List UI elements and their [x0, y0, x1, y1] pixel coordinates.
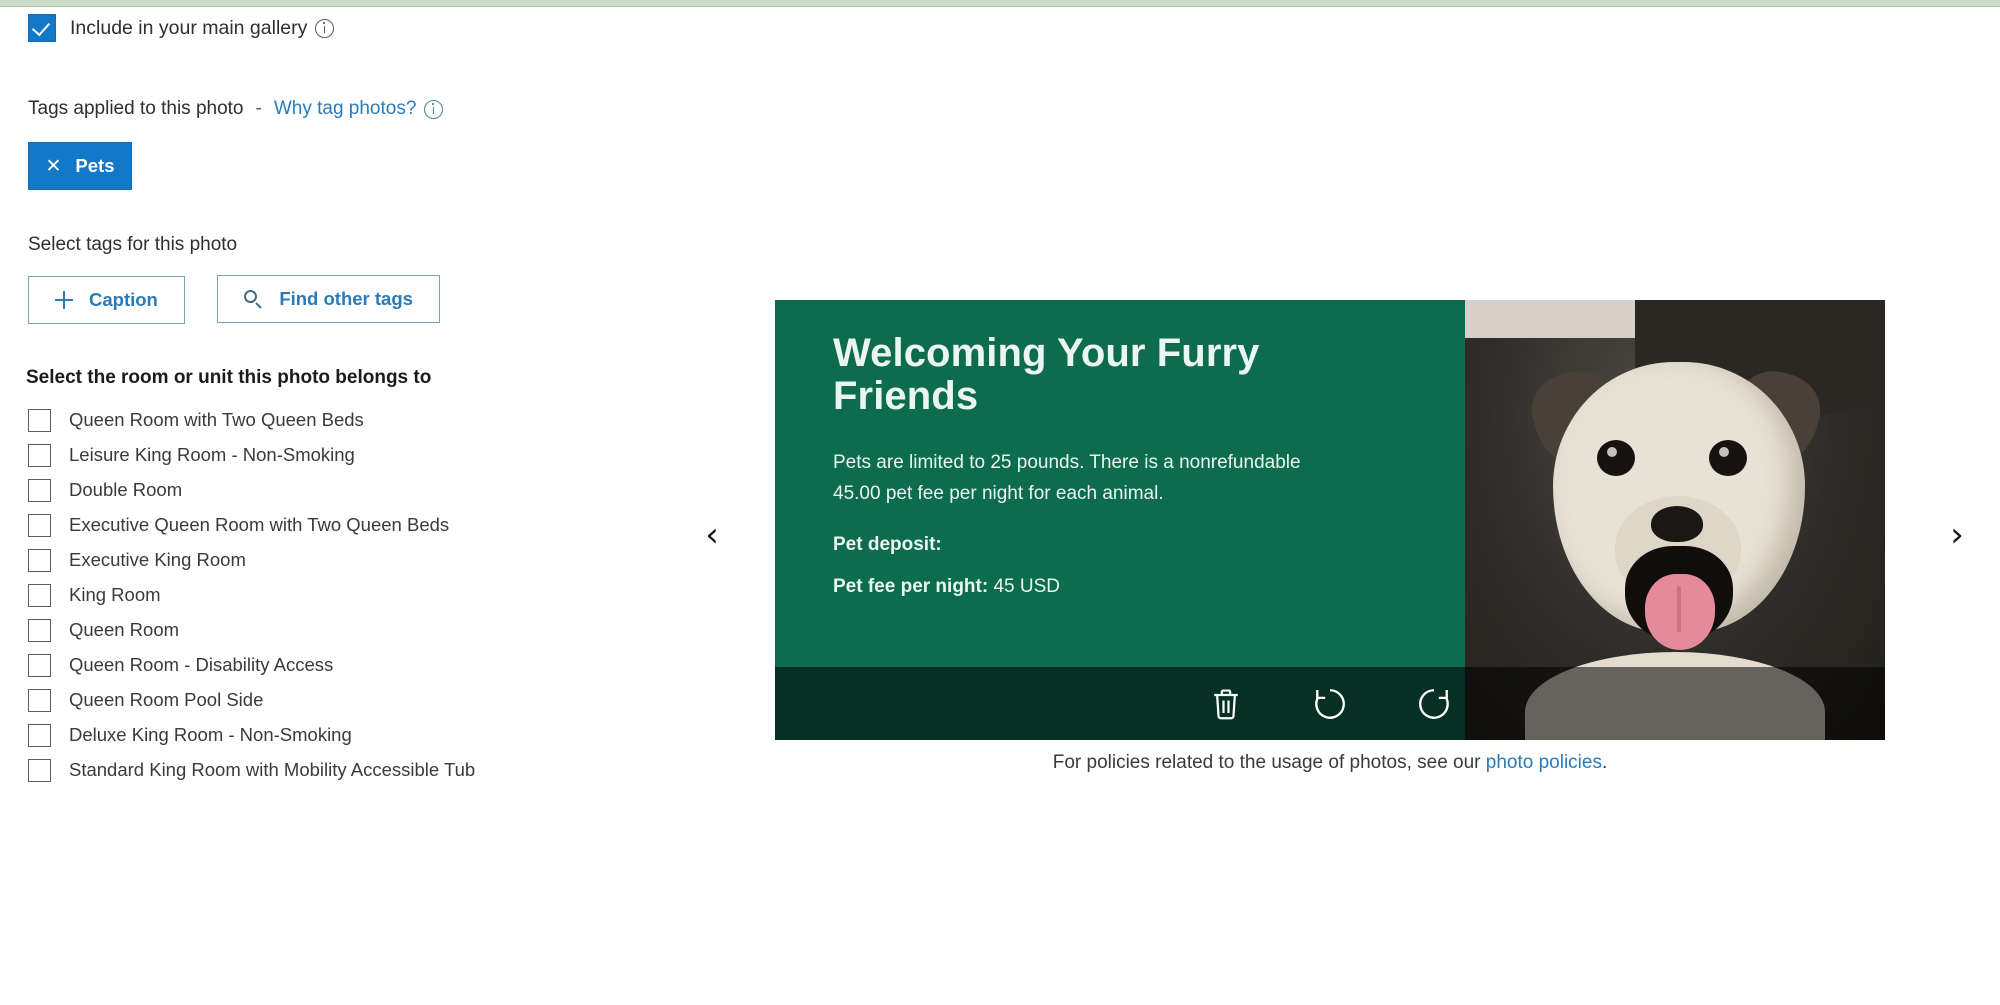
- room-label: Queen Room with Two Queen Beds: [69, 409, 364, 431]
- add-caption-label: Caption: [89, 289, 158, 311]
- tags-separator: -: [256, 98, 262, 120]
- room-label: Deluxe King Room - Non-Smoking: [69, 724, 352, 746]
- photo-policies-link[interactable]: photo policies: [1486, 752, 1602, 773]
- rotate-left-button[interactable]: [1307, 681, 1353, 727]
- chevron-left-icon[interactable]: ‹: [690, 513, 734, 557]
- room-checkbox-item[interactable]: Executive King Room: [28, 543, 780, 578]
- include-in-gallery-checkbox[interactable]: [28, 14, 56, 42]
- room-label: Queen Room: [69, 619, 179, 641]
- find-other-tags-button[interactable]: Find other tags: [217, 275, 440, 323]
- room-label: Queen Room - Disability Access: [69, 654, 333, 676]
- room-label: Leisure King Room - Non-Smoking: [69, 444, 355, 466]
- delete-photo-button[interactable]: [1203, 681, 1249, 727]
- room-checkbox[interactable]: [28, 444, 51, 467]
- room-checkbox-item[interactable]: Double Room: [28, 473, 780, 508]
- rotate-right-button[interactable]: [1411, 681, 1457, 727]
- room-checkbox[interactable]: [28, 409, 51, 432]
- photo-toolbar: [775, 667, 1885, 740]
- room-checkbox[interactable]: [28, 759, 51, 782]
- room-checkbox[interactable]: [28, 654, 51, 677]
- room-label: Standard King Room with Mobility Accessi…: [69, 759, 475, 781]
- add-caption-button[interactable]: Caption: [28, 276, 185, 324]
- room-label: Executive Queen Room with Two Queen Beds: [69, 514, 449, 536]
- pet-fee-value: 45 USD: [993, 576, 1060, 597]
- room-checkbox[interactable]: [28, 584, 51, 607]
- room-label: Queen Room Pool Side: [69, 689, 263, 711]
- room-checkbox-item[interactable]: Queen Room Pool Side: [28, 683, 780, 718]
- pet-deposit-label: Pet deposit:: [833, 534, 942, 555]
- photo-carousel: ‹ › Welcoming Your Furry Friends Pets ar…: [690, 0, 2000, 1005]
- photo-preview-card: Welcoming Your Furry Friends Pets are li…: [775, 300, 1885, 740]
- close-icon[interactable]: ✕: [46, 157, 62, 176]
- include-in-gallery-label: Include in your main gallery: [70, 17, 307, 40]
- room-label: Double Room: [69, 479, 182, 501]
- card-body-text: Pets are limited to 25 pounds. There is …: [833, 448, 1333, 510]
- room-label: Executive King Room: [69, 549, 246, 571]
- why-tag-photos-info-icon[interactable]: [424, 100, 443, 119]
- why-tag-photos-link[interactable]: Why tag photos?: [274, 98, 417, 120]
- room-checkbox[interactable]: [28, 549, 51, 572]
- chevron-right-icon[interactable]: ›: [1935, 513, 1979, 557]
- room-checkbox[interactable]: [28, 479, 51, 502]
- trash-icon: [1209, 686, 1243, 722]
- rotate-left-icon: [1311, 685, 1349, 723]
- room-checkbox-item[interactable]: Leisure King Room - Non-Smoking: [28, 438, 780, 473]
- tags-applied-row: Tags applied to this photo - Why tag pho…: [28, 98, 780, 120]
- info-icon[interactable]: [315, 19, 334, 38]
- room-checkbox[interactable]: [28, 619, 51, 642]
- room-checkbox-item[interactable]: Queen Room - Disability Access: [28, 648, 780, 683]
- room-checkbox[interactable]: [28, 724, 51, 747]
- pet-fee-row: Pet fee per night: 45 USD: [833, 576, 1421, 598]
- pet-fee-label: Pet fee per night:: [833, 576, 988, 597]
- room-checkbox-list: Queen Room with Two Queen Beds Leisure Ki…: [0, 403, 780, 788]
- include-in-gallery-row[interactable]: Include in your main gallery: [28, 14, 780, 42]
- card-title: Welcoming Your Furry Friends: [833, 332, 1333, 418]
- pet-deposit-row: Pet deposit:: [833, 534, 1421, 556]
- photo-details-panel: Include in your main gallery Tags applie…: [0, 6, 780, 788]
- room-checkbox-item[interactable]: Deluxe King Room - Non-Smoking: [28, 718, 780, 753]
- rooms-heading: Select the room or unit this photo belon…: [26, 367, 780, 389]
- room-checkbox-item[interactable]: Queen Room with Two Queen Beds: [28, 403, 780, 438]
- find-other-tags-label: Find other tags: [279, 288, 413, 310]
- select-tags-label: Select tags for this photo: [28, 234, 780, 256]
- plus-icon: [55, 291, 73, 309]
- room-checkbox[interactable]: [28, 514, 51, 537]
- room-checkbox-item[interactable]: Executive Queen Room with Two Queen Beds: [28, 508, 780, 543]
- room-checkbox-item[interactable]: Standard King Room with Mobility Accessi…: [28, 753, 780, 788]
- photo-policy-note: For policies related to the usage of pho…: [775, 752, 1885, 774]
- room-label: King Room: [69, 584, 161, 606]
- rotate-right-icon: [1415, 685, 1453, 723]
- tag-chip-label: Pets: [75, 155, 114, 177]
- search-icon: [244, 290, 263, 309]
- room-checkbox-item[interactable]: Queen Room: [28, 613, 780, 648]
- policy-text-before: For policies related to the usage of pho…: [1053, 752, 1486, 773]
- policy-text-after: .: [1602, 752, 1607, 773]
- room-checkbox-item[interactable]: King Room: [28, 578, 780, 613]
- tags-applied-label: Tags applied to this photo: [28, 98, 244, 120]
- tag-chip-pets[interactable]: ✕ Pets: [28, 142, 132, 190]
- room-checkbox[interactable]: [28, 689, 51, 712]
